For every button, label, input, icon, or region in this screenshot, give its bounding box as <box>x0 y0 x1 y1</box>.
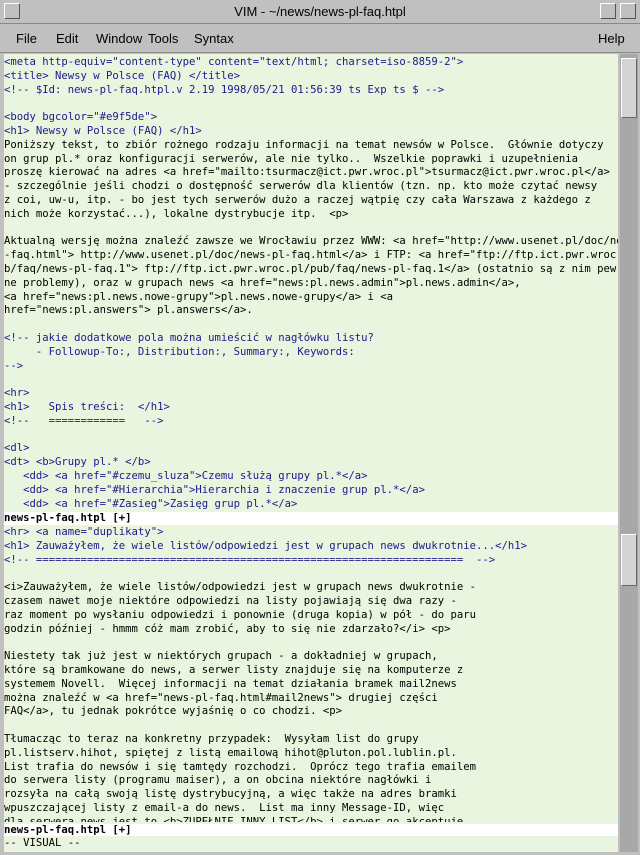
text-line: on grup pl.* oraz konfiguracji serwerów,… <box>4 152 579 165</box>
text-line: FAQ</a>, tu jednak pokrótce wyjaśnię o c… <box>4 705 343 718</box>
scrollbar-thumb-top[interactable] <box>621 58 637 118</box>
text-line: proszę kierować na adres <a href="mailto… <box>4 166 610 179</box>
window-title: VIM - ~/news/news-pl-faq.htpl <box>234 4 406 19</box>
top-buffer-pane[interactable]: <meta http-equiv="content-type" content=… <box>4 56 618 512</box>
text-line: Tłumacząc to teraz na konkretny przypade… <box>4 732 419 745</box>
text-line: do serwera listy (programu maiser), a on… <box>4 774 432 787</box>
text-line <box>4 567 618 581</box>
text-line: - szczególnie jeśli chodzi o dostępność … <box>4 180 598 193</box>
text-line: <body bgcolor="#e9f5de"> <box>4 111 158 124</box>
text-line: <hr> <a name="duplikaty"> <box>4 526 164 538</box>
scrollbar-thumb-bottom[interactable] <box>621 534 637 586</box>
mode-indicator: -- VISUAL -- <box>4 836 618 850</box>
text-line: - Followup-To:, Distribution:, Summary:,… <box>4 345 355 358</box>
editor-area[interactable]: <meta http-equiv="content-type" content=… <box>4 54 618 852</box>
text-line: <dd> <a href="#czemu_sluza">Czemu służą … <box>4 469 368 482</box>
vertical-scrollbar[interactable] <box>620 54 638 852</box>
title-bar[interactable]: VIM - ~/news/news-pl-faq.htpl <box>0 0 640 24</box>
text-line: <dd> <a href="#Hierarchia">Hierarchia i … <box>4 483 425 496</box>
text-line: dla serwera news jest to <b>ZUPEŁNIE INN… <box>4 815 470 822</box>
text-line: <h1> Zauważyłem, że wiele listów/odpowie… <box>4 539 527 552</box>
vim-window: VIM - ~/news/news-pl-faq.htpl File Edit … <box>0 0 640 855</box>
text-line <box>4 373 618 387</box>
menu-bar: File Edit Window Tools Syntax Help <box>0 24 640 53</box>
text-line: <i>Zauważyłem, że wiele listów/odpowiedz… <box>4 581 476 594</box>
text-line: <dl> <box>4 442 30 455</box>
text-line: czasem nawet moje niektóre odpowiedzi na… <box>4 594 457 607</box>
menu-help[interactable]: Help <box>598 31 625 46</box>
bottom-buffer-pane[interactable]: <hr> <a name="duplikaty"> <h1> Zauważyłem… <box>4 526 618 822</box>
menu-file[interactable]: File <box>16 31 37 46</box>
text-line: ne problemy), oraz w grupach news <a hre… <box>4 276 521 289</box>
text-line: systemem Novell. Więcej informacji na te… <box>4 677 457 690</box>
text-line: nich może korzystać...), lokalne dystryb… <box>4 207 349 220</box>
text-line: <!-- $Id: news-pl-faq.htpl.v 2.19 1998/0… <box>4 83 445 96</box>
text-line: raz moment po wysłaniu odpowiedzi i pono… <box>4 608 476 621</box>
text-line: <!-- ============ --> <box>4 414 164 427</box>
text-line: -faq.html"> http://www.usenet.pl/doc/new… <box>4 249 618 262</box>
text-line <box>4 97 618 111</box>
text-line <box>4 636 618 650</box>
menu-tools[interactable]: Tools <box>148 31 178 46</box>
text-line: <h1> Newsy w Polsce (FAQ) </h1> <box>4 124 202 137</box>
text-line: href="news:pl.answers"> pl.answers</a>. <box>4 304 253 317</box>
text-line: rozsyła na całą swoją listę dystrybucyjn… <box>4 788 457 801</box>
text-line <box>4 719 618 733</box>
text-line: można znaleźć w <a href="news-pl-faq.htm… <box>4 691 438 704</box>
text-line: <hr> <box>4 387 30 400</box>
text-line: z coi, uw-u, itp. - bo jest tych serweró… <box>4 193 591 206</box>
text-line: wpuszczającej listy z email-a do news. L… <box>4 801 445 814</box>
text-line: b/faq/news-pl-faq.1"> ftp://ftp.ict.pwr.… <box>4 262 617 275</box>
menu-edit[interactable]: Edit <box>56 31 78 46</box>
menu-syntax[interactable]: Syntax <box>194 31 234 46</box>
top-status-line: news-pl-faq.htpl [+] <box>4 512 618 525</box>
text-line: <dt> <b>Grupy pl.* </b> <box>4 456 151 469</box>
text-line: Aktualną wersję można znaleźć zawsze we … <box>4 235 618 248</box>
text-line: <!-- ===================================… <box>4 553 496 566</box>
text-line: godzin później - hmmm cóż mam zrobić, ab… <box>4 622 451 635</box>
menu-window[interactable]: Window <box>96 31 142 46</box>
text-line <box>4 318 618 332</box>
text-line: <h1> Spis treści: </h1> <box>4 400 170 413</box>
text-line: <meta http-equiv="content-type" content=… <box>4 56 464 68</box>
maximize-icon[interactable] <box>620 3 636 19</box>
text-line: --> <box>4 359 24 372</box>
text-line: <title> Newsy w Polsce (FAQ) </title> <box>4 69 240 82</box>
text-line: pl.listserv.hihot, spiętej z listą email… <box>4 746 457 759</box>
text-line <box>4 222 618 236</box>
text-line: <dd> <a href="#Zasieg">Zasięg grup pl.*<… <box>4 497 298 510</box>
minimize-icon[interactable] <box>600 3 616 19</box>
text-line: Poniższy tekst, to zbiór rożnego rodzaju… <box>4 138 604 151</box>
text-line: Niestety tak już jest w niektórych grupa… <box>4 650 438 663</box>
text-line: które są bramkowane do news, a serwer li… <box>4 663 464 676</box>
text-line: List trafia do newsów i się tamtędy rozc… <box>4 760 476 773</box>
text-line <box>4 429 618 443</box>
text-line: <a href="news:pl.news.nowe-grupy">pl.new… <box>4 290 394 303</box>
text-line: <!-- jakie dodatkowe pola można umieścić… <box>4 331 374 344</box>
